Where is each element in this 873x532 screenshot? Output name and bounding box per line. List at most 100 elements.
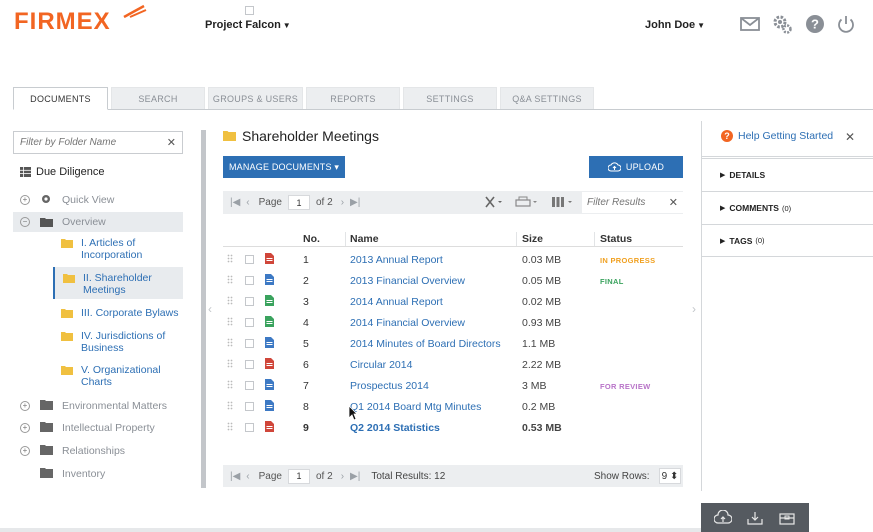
document-name-link[interactable]: 2014 Annual Report	[350, 296, 443, 308]
tree-item-ip[interactable]: + Intellectual Property	[13, 420, 183, 435]
table-row[interactable]: 9 Q2 2014 Statistics 0.53 MB	[223, 417, 683, 438]
table-row[interactable]: 5 2014 Minutes of Board Directors 1.1 MB	[223, 333, 683, 354]
row-checkbox[interactable]	[245, 297, 254, 306]
document-name-link[interactable]: Circular 2014	[350, 359, 412, 371]
columns-icon[interactable]	[551, 196, 577, 208]
drag-handle-icon[interactable]	[227, 401, 233, 410]
table-row[interactable]: 2 2013 Financial Overview 0.05 MB FINAL	[223, 270, 683, 291]
row-checkbox[interactable]	[245, 318, 254, 327]
collapse-icon[interactable]: −	[20, 217, 30, 227]
col-header-size[interactable]: Size	[522, 233, 543, 245]
subfolder-articles[interactable]: I. Articles of Incorporation	[53, 237, 183, 263]
expand-icon[interactable]: +	[20, 422, 30, 433]
col-header-no[interactable]: No.	[303, 233, 320, 245]
tree-item-overview[interactable]: − Overview	[13, 212, 183, 232]
drag-handle-icon[interactable]	[227, 359, 233, 368]
filter-results-input[interactable]	[587, 197, 669, 208]
document-name-link[interactable]: Q1 2014 Board Mtg Minutes	[350, 401, 481, 413]
last-page-icon[interactable]: ▶|	[350, 197, 360, 208]
row-checkbox[interactable]	[245, 276, 254, 285]
help-icon[interactable]: ?	[804, 13, 826, 35]
gears-icon[interactable]	[771, 13, 793, 35]
archive-icon[interactable]	[778, 510, 796, 526]
tab-qa-settings[interactable]: Q&A SETTINGS	[500, 87, 594, 110]
document-name-link[interactable]: 2014 Financial Overview	[350, 317, 465, 329]
subfolder-shareholder-meetings[interactable]: II. Shareholder Meetings	[53, 267, 183, 299]
first-page-icon[interactable]: |◀	[230, 197, 240, 208]
manage-documents-button[interactable]: MANAGE DOCUMENTS ▾	[223, 156, 345, 178]
user-menu[interactable]: John Doe ▼	[645, 19, 705, 31]
collapse-right-arrow-icon[interactable]: ›	[692, 302, 696, 316]
mail-icon[interactable]	[739, 13, 761, 35]
table-row[interactable]: 3 2014 Annual Report 0.02 MB	[223, 291, 683, 312]
tree-item-relationships[interactable]: + Relationships	[13, 443, 183, 458]
power-icon[interactable]	[835, 13, 857, 35]
details-section[interactable]: ▶ DETAILS	[702, 158, 873, 191]
close-icon[interactable]: ✕	[167, 136, 176, 149]
folder-filter-input[interactable]	[20, 137, 167, 148]
subfolder-bylaws[interactable]: III. Corporate Bylaws	[53, 307, 183, 321]
table-row[interactable]: 1 2013 Annual Report 0.03 MB IN PROGRESS	[223, 249, 683, 270]
tab-search[interactable]: SEARCH	[111, 87, 205, 110]
row-checkbox[interactable]	[245, 423, 254, 432]
tab-reports[interactable]: REPORTS	[306, 87, 400, 110]
row-checkbox[interactable]	[245, 360, 254, 369]
next-page-icon[interactable]: ›	[341, 197, 344, 208]
drag-handle-icon[interactable]	[227, 296, 233, 305]
tab-settings[interactable]: SETTINGS	[403, 87, 497, 110]
prev-page-icon[interactable]: ‹	[246, 197, 249, 208]
col-header-name[interactable]: Name	[350, 233, 379, 245]
document-name-link[interactable]: Prospectus 2014	[350, 380, 429, 392]
help-getting-started-link[interactable]: ? Help Getting Started	[721, 130, 833, 142]
drag-handle-icon[interactable]	[227, 338, 233, 347]
download-tray-icon[interactable]	[746, 510, 764, 526]
document-name-link[interactable]: 2014 Minutes of Board Directors	[350, 338, 501, 350]
next-page-icon[interactable]: ›	[341, 471, 344, 482]
document-name-link[interactable]: Q2 2014 Statistics	[350, 422, 440, 434]
expand-icon[interactable]: +	[20, 400, 30, 411]
expand-icon[interactable]: +	[20, 194, 30, 205]
page-number-input[interactable]: 1	[288, 468, 310, 484]
tree-root[interactable]: Due Diligence	[20, 166, 104, 178]
close-icon[interactable]: ✕	[669, 196, 678, 209]
page-number-input[interactable]: 1	[288, 195, 310, 210]
drag-handle-icon[interactable]	[227, 422, 233, 431]
drag-handle-icon[interactable]	[227, 317, 233, 326]
expand-icon[interactable]: +	[20, 445, 30, 456]
table-row[interactable]: 7 Prospectus 2014 3 MB FOR REVIEW	[223, 375, 683, 396]
drag-handle-icon[interactable]	[227, 275, 233, 284]
comments-section[interactable]: ▶ COMMENTS (0)	[702, 191, 873, 224]
document-name-link[interactable]: 2013 Financial Overview	[350, 275, 465, 287]
table-row[interactable]: 4 2014 Financial Overview 0.93 MB	[223, 312, 683, 333]
tree-item-inventory[interactable]: Inventory	[13, 466, 183, 481]
close-icon[interactable]: ✕	[845, 130, 855, 144]
panel-splitter[interactable]	[201, 130, 206, 488]
row-checkbox[interactable]	[245, 381, 254, 390]
document-name-link[interactable]: 2013 Annual Report	[350, 254, 443, 266]
row-checkbox[interactable]	[245, 402, 254, 411]
row-checkbox[interactable]	[245, 255, 254, 264]
tree-item-environmental[interactable]: + Environmental Matters	[13, 398, 183, 413]
subfolder-jurisdictions[interactable]: IV. Jurisdictions of Business	[53, 330, 183, 356]
subfolder-org-charts[interactable]: V. Organizational Charts	[53, 364, 183, 390]
tags-section[interactable]: ▶ TAGS (0)	[702, 224, 873, 257]
tree-item-quick-view[interactable]: + Quick View	[13, 192, 183, 207]
collapse-left-arrow-icon[interactable]: ‹	[208, 302, 212, 316]
row-checkbox[interactable]	[245, 339, 254, 348]
tab-documents[interactable]: DOCUMENTS	[13, 87, 108, 110]
select-all-checkbox[interactable]	[245, 6, 254, 15]
first-page-icon[interactable]: |◀	[230, 471, 240, 482]
last-page-icon[interactable]: ▶|	[350, 471, 360, 482]
project-selector[interactable]: Project Falcon ▼	[205, 19, 291, 31]
upload-button[interactable]: UPLOAD	[589, 156, 683, 178]
prev-page-icon[interactable]: ‹	[246, 471, 249, 482]
clear-filter-icon[interactable]	[485, 196, 505, 208]
table-row[interactable]: 6 Circular 2014 2.22 MB	[223, 354, 683, 375]
table-row[interactable]: 8 Q1 2014 Board Mtg Minutes 0.2 MB	[223, 396, 683, 417]
print-icon[interactable]	[515, 196, 539, 208]
drag-handle-icon[interactable]	[227, 254, 233, 263]
tab-groups-users[interactable]: GROUPS & USERS	[208, 87, 303, 110]
drag-handle-icon[interactable]	[227, 380, 233, 389]
col-header-status[interactable]: Status	[600, 233, 632, 245]
firmex-logo[interactable]: FIRMEX	[14, 8, 111, 36]
